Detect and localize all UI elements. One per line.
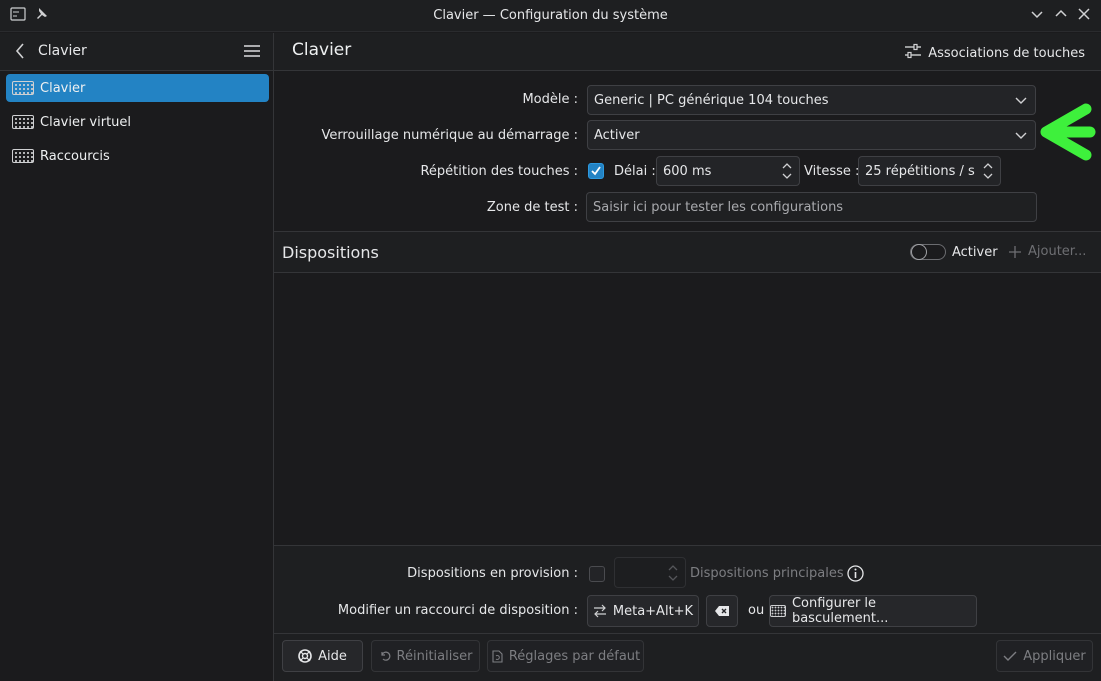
spin-arrows-icon[interactable] xyxy=(667,562,679,584)
sidebar-title: Clavier xyxy=(38,43,87,59)
sidebar-item-raccourcis[interactable]: Raccourcis xyxy=(6,142,269,170)
layouts-title: Dispositions xyxy=(282,243,379,262)
key-repeat-label: Répétition des touches : xyxy=(420,164,578,179)
help-label: Aide xyxy=(318,648,347,664)
sidebar-item-clavier[interactable]: Clavier xyxy=(6,74,269,102)
sidebar: Clavier Clavier virtuel Raccourcis xyxy=(0,71,274,681)
numlock-label: Verrouillage numérique au démarrage : xyxy=(321,128,578,143)
spare-layouts-spinbox[interactable] xyxy=(614,557,686,588)
document-revert-icon xyxy=(492,649,503,663)
model-value: Generic | PC générique 104 touches xyxy=(594,92,829,108)
layout-shortcut-label: Modifier un raccourci de disposition : xyxy=(337,603,578,618)
window-title: Clavier — Configuration du système xyxy=(433,8,668,23)
key-repeat-checkbox[interactable] xyxy=(588,163,604,179)
window-titlebar: Clavier — Configuration du système xyxy=(0,0,1101,32)
main-layouts-label: Dispositions principales xyxy=(690,566,844,581)
layouts-enable-switch[interactable]: Activer xyxy=(910,244,998,260)
numlock-value: Activer xyxy=(594,127,640,143)
spare-layouts-label: Dispositions en provision : xyxy=(407,566,578,581)
layouts-list xyxy=(274,273,1101,545)
sidebar-item-label: Raccourcis xyxy=(40,148,110,164)
keyboard-icon xyxy=(12,81,34,95)
undo-icon xyxy=(380,651,390,661)
chevron-down-icon xyxy=(1015,97,1027,104)
or-label: ou xyxy=(748,603,765,618)
clear-shortcut-button[interactable] xyxy=(706,595,738,627)
speed-label: Vitesse : xyxy=(804,164,860,179)
sidebar-header: Clavier xyxy=(0,33,274,71)
help-icon xyxy=(298,649,312,663)
layout-shortcut-value: Meta+Alt+K xyxy=(612,603,694,619)
model-combobox[interactable]: Generic | PC générique 104 touches xyxy=(587,85,1036,115)
checkmark-icon xyxy=(591,166,601,176)
spin-arrows-icon[interactable] xyxy=(781,160,793,182)
minimize-icon[interactable] xyxy=(1030,7,1044,25)
sidebar-item-label: Clavier xyxy=(40,80,86,96)
info-icon[interactable] xyxy=(847,565,864,586)
defaults-label: Réglages par défaut xyxy=(508,648,641,664)
key-bindings-button[interactable]: Associations de touches xyxy=(904,43,1085,63)
checkmark-icon xyxy=(1003,651,1017,661)
key-bindings-label: Associations de touches xyxy=(928,45,1085,61)
reset-button[interactable]: Réinitialiser xyxy=(371,640,480,672)
help-button[interactable]: Aide xyxy=(282,640,363,672)
configure-switching-label: Configurer le basculement... xyxy=(791,596,889,626)
backspace-icon xyxy=(715,606,729,616)
apply-button[interactable]: Appliquer xyxy=(996,640,1093,672)
delay-value: 600 ms xyxy=(663,163,712,179)
keyboard-icon xyxy=(12,115,34,129)
keyboard-icon xyxy=(12,149,34,163)
layouts-enable-label: Activer xyxy=(952,244,998,260)
layout-shortcut-button[interactable]: Meta+Alt+K xyxy=(587,595,699,627)
page-title: Clavier xyxy=(292,40,352,60)
spare-layouts-checkbox[interactable] xyxy=(589,566,605,582)
toggle-switch[interactable] xyxy=(910,244,946,260)
speed-value: 25 répétitions / s xyxy=(865,163,975,179)
back-icon[interactable] xyxy=(14,42,26,64)
sidebar-item-clavier-virtuel[interactable]: Clavier virtuel xyxy=(6,108,269,136)
configure-switching-button[interactable]: Configurer le basculement... xyxy=(769,595,977,627)
numlock-combobox[interactable]: Activer xyxy=(587,120,1036,150)
plus-icon xyxy=(1009,245,1021,258)
delay-label: Délai : xyxy=(614,164,656,179)
delay-spinbox[interactable]: 600 ms xyxy=(656,156,800,186)
test-input[interactable]: Saisir ici pour tester les configuration… xyxy=(586,192,1037,222)
layouts-header: Dispositions Activer Ajouter... xyxy=(274,231,1101,273)
model-label: Modèle : xyxy=(522,92,578,107)
add-layout-button[interactable]: Ajouter... xyxy=(1008,244,1086,259)
switch-arrows-icon xyxy=(593,604,606,618)
annotation-arrow-icon xyxy=(1040,103,1096,161)
test-zone-label: Zone de test : xyxy=(486,200,578,215)
apply-label: Appliquer xyxy=(1023,648,1086,664)
maximize-icon[interactable] xyxy=(1054,7,1068,25)
hamburger-menu-icon[interactable] xyxy=(244,43,260,63)
speed-spinbox[interactable]: 25 répétitions / s xyxy=(858,156,1001,186)
close-icon[interactable] xyxy=(1077,7,1091,25)
spin-arrows-icon[interactable] xyxy=(982,160,994,182)
chevron-down-icon xyxy=(1015,132,1027,139)
sidebar-item-label: Clavier virtuel xyxy=(40,114,132,130)
reset-label: Réinitialiser xyxy=(396,648,473,664)
defaults-button[interactable]: Réglages par défaut xyxy=(487,640,644,672)
sliders-icon xyxy=(904,43,922,63)
test-input-placeholder: Saisir ici pour tester les configuration… xyxy=(593,200,844,215)
keyboard-icon xyxy=(770,605,786,617)
add-layout-label: Ajouter... xyxy=(1028,244,1087,259)
